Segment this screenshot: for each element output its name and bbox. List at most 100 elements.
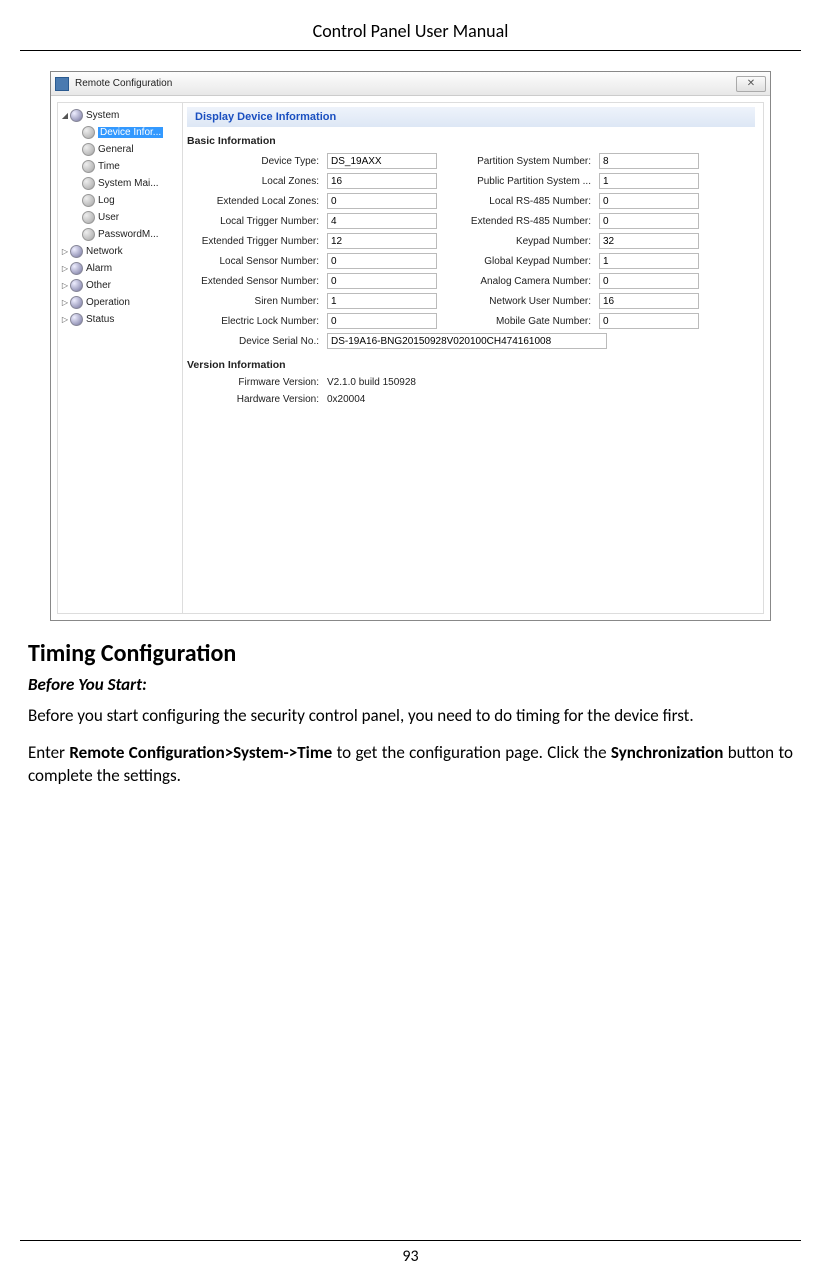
label-ext-sensor: Extended Sensor Number: [191, 276, 321, 287]
tree-label: User [98, 212, 119, 223]
page-header: Control Panel User Manual [20, 0, 801, 51]
label-local-zones: Local Zones: [191, 176, 321, 187]
content-panel: Display Device Information Basic Informa… [183, 102, 764, 614]
input-local-rs485[interactable] [599, 193, 699, 209]
label-global-keypad: Global Keypad Number: [443, 256, 593, 267]
label-local-rs485: Local RS-485 Number: [443, 196, 593, 207]
tree-node-status[interactable]: ▷ Status [60, 311, 180, 328]
globe-icon [70, 279, 83, 292]
tree-node-alarm[interactable]: ▷ Alarm [60, 260, 180, 277]
label-ext-trigger: Extended Trigger Number: [191, 236, 321, 247]
tree-node-other[interactable]: ▷ Other [60, 277, 180, 294]
globe-icon [70, 245, 83, 258]
close-button[interactable]: ✕ [736, 76, 766, 92]
globe-icon [70, 296, 83, 309]
page-footer: 93 [20, 1240, 801, 1266]
label-hardware: Hardware Version: [191, 394, 321, 405]
expand-icon: ▷ [60, 264, 70, 273]
expand-icon: ▷ [60, 281, 70, 290]
input-elock[interactable] [327, 313, 437, 329]
text-bold-sync: Synchronization [611, 742, 723, 763]
text-bold-path: Remote Configuration>System->Time [69, 742, 332, 763]
tree-node-general[interactable]: General [60, 141, 180, 158]
input-local-zones[interactable] [327, 173, 437, 189]
expand-icon: ▷ [60, 247, 70, 256]
tree-node-operation[interactable]: ▷ Operation [60, 294, 180, 311]
label-local-trigger: Local Trigger Number: [191, 216, 321, 227]
heading-before-start: Before You Start: [28, 674, 793, 695]
tree-label: PasswordM... [98, 229, 159, 240]
tree-label: General [98, 144, 134, 155]
globe-icon [70, 262, 83, 275]
expand-icon: ▷ [60, 298, 70, 307]
tree-label: Status [86, 314, 114, 325]
input-siren[interactable] [327, 293, 437, 309]
input-keypad[interactable] [599, 233, 699, 249]
label-analog-cam: Analog Camera Number: [443, 276, 593, 287]
tree-label: Device Infor... [98, 127, 163, 138]
tree-label: Time [98, 161, 120, 172]
document-body: Timing Configuration Before You Start: B… [28, 639, 793, 788]
label-elock: Electric Lock Number: [191, 316, 321, 327]
tree-node-system-maintenance[interactable]: System Mai... [60, 175, 180, 192]
label-pub-partition: Public Partition System ... [443, 176, 593, 187]
tree-label: Other [86, 280, 111, 291]
input-mobile-gate[interactable] [599, 313, 699, 329]
tree-node-user[interactable]: User [60, 209, 180, 226]
gear-icon [82, 194, 95, 207]
input-global-keypad[interactable] [599, 253, 699, 269]
input-partition[interactable] [599, 153, 699, 169]
label-siren: Siren Number: [191, 296, 321, 307]
input-device-type[interactable] [327, 153, 437, 169]
collapse-icon: ◢ [60, 111, 70, 120]
input-local-sensor[interactable] [327, 253, 437, 269]
gear-icon [82, 143, 95, 156]
tree-node-time[interactable]: Time [60, 158, 180, 175]
tree-label: Network [86, 246, 123, 257]
label-keypad: Keypad Number: [443, 236, 593, 247]
gear-icon [82, 126, 95, 139]
label-serial: Device Serial No.: [191, 336, 321, 347]
globe-icon [70, 313, 83, 326]
app-icon [55, 77, 69, 91]
paragraph-1: Before you start configuring the securit… [28, 705, 793, 728]
label-local-sensor: Local Sensor Number: [191, 256, 321, 267]
input-ext-rs485[interactable] [599, 213, 699, 229]
input-serial[interactable] [327, 333, 607, 349]
tree-label: System Mai... [98, 178, 159, 189]
window-title: Remote Configuration [75, 78, 172, 89]
input-ext-sensor[interactable] [327, 273, 437, 289]
input-ext-trigger[interactable] [327, 233, 437, 249]
input-pub-partition[interactable] [599, 173, 699, 189]
tree-label: Log [98, 195, 115, 206]
gear-icon [82, 228, 95, 241]
gear-icon [82, 177, 95, 190]
input-ext-local-zones[interactable] [327, 193, 437, 209]
input-analog-cam[interactable] [599, 273, 699, 289]
tree-node-log[interactable]: Log [60, 192, 180, 209]
tree-node-network[interactable]: ▷ Network [60, 243, 180, 260]
globe-icon [70, 109, 83, 122]
gear-icon [82, 211, 95, 224]
tree-node-device-info[interactable]: Device Infor... [60, 124, 180, 141]
label-ext-local-zones: Extended Local Zones: [191, 196, 321, 207]
remote-config-window: Remote Configuration ✕ ◢ System Device I… [50, 71, 771, 621]
heading-timing-config: Timing Configuration [28, 639, 793, 668]
input-net-user[interactable] [599, 293, 699, 309]
version-info-grid: Firmware Version: V2.1.0 build 150928 Ha… [191, 377, 755, 405]
tree-node-system[interactable]: ◢ System [60, 107, 180, 124]
section-banner: Display Device Information [187, 107, 755, 127]
label-ext-rs485: Extended RS-485 Number: [443, 216, 593, 227]
label-firmware: Firmware Version: [191, 377, 321, 388]
expand-icon: ▷ [60, 315, 70, 324]
value-firmware: V2.1.0 build 150928 [327, 377, 755, 388]
input-local-trigger[interactable] [327, 213, 437, 229]
label-mobile-gate: Mobile Gate Number: [443, 316, 593, 327]
basic-info-grid: Device Type: Partition System Number: Lo… [191, 153, 755, 329]
tree-label: Operation [86, 297, 130, 308]
value-hardware: 0x20004 [327, 394, 755, 405]
basic-info-heading: Basic Information [187, 135, 755, 147]
label-partition: Partition System Number: [443, 156, 593, 167]
tree-node-password[interactable]: PasswordM... [60, 226, 180, 243]
label-net-user: Network User Number: [443, 296, 593, 307]
